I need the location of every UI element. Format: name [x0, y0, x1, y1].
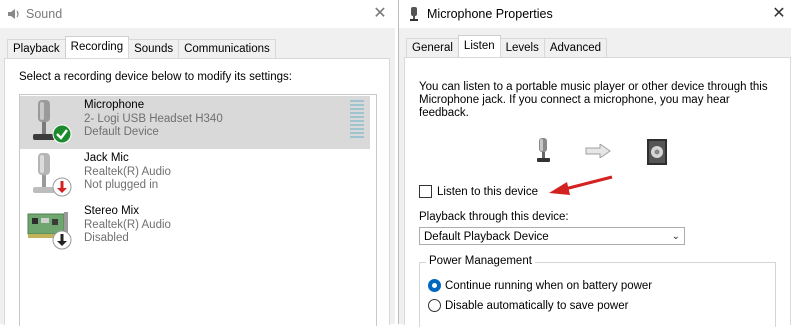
list-item-jack-mic[interactable]: Jack Mic Realtek(R) Audio Not plugged in — [20, 149, 370, 202]
microphone-icon — [533, 137, 555, 165]
radio-button[interactable] — [428, 299, 441, 312]
close-button[interactable]: ✕ — [370, 4, 390, 24]
tab-strip: Playback Recording Sounds Communications — [7, 36, 276, 58]
radio-button[interactable] — [428, 279, 441, 292]
device-name: Jack Mic — [84, 152, 129, 164]
tab-levels[interactable]: Levels — [499, 38, 545, 57]
list-item-stereo-mix[interactable]: Stereo Mix Realtek(R) Audio Disabled — [20, 202, 370, 255]
close-button[interactable]: ✕ — [769, 4, 789, 24]
list-item-microphone[interactable]: Microphone 2- Logi USB Headset H340 Defa… — [20, 96, 370, 149]
window-title: Sound — [26, 7, 63, 21]
tab-advanced[interactable]: Advanced — [543, 38, 608, 57]
tab-listen[interactable]: Listen — [457, 35, 501, 57]
device-status: Default Device — [84, 126, 159, 138]
checkbox-label: Listen to this device — [437, 185, 539, 198]
props-titlebar: Microphone Properties ✕ — [399, 0, 791, 28]
listen-description: You can listen to a portable music playe… — [419, 81, 768, 119]
window-title: Microphone Properties — [427, 7, 553, 21]
tab-recording[interactable]: Recording — [64, 36, 130, 58]
speaker-icon — [6, 6, 22, 22]
chevron-down-icon: ⌄ — [671, 231, 680, 242]
device-name: Microphone — [84, 99, 145, 111]
listen-panel: You can listen to a portable music playe… — [404, 57, 791, 327]
disabled-down-arrow-icon — [52, 230, 72, 250]
device-status: Disabled — [84, 232, 129, 244]
device-driver: Realtek(R) Audio — [84, 166, 171, 178]
radio-label: Disable automatically to save power — [445, 299, 629, 312]
microphone-properties-dialog: Microphone Properties ✕ General Listen L… — [398, 0, 791, 327]
instruction-text: Select a recording device below to modif… — [19, 71, 292, 83]
tab-sounds[interactable]: Sounds — [128, 39, 180, 58]
device-list[interactable]: Microphone 2- Logi USB Headset H340 Defa… — [19, 94, 377, 326]
radio-continue-running[interactable]: Continue running when on battery power — [428, 279, 652, 292]
select-value: Default Playback Device — [424, 231, 549, 243]
sound-titlebar: Sound ✕ — [0, 0, 395, 28]
recording-panel: Select a recording device below to modif… — [4, 58, 390, 326]
playback-device-select[interactable]: Default Playback Device ⌄ — [419, 227, 685, 245]
listen-to-device-checkbox[interactable]: Listen to this device — [419, 185, 538, 198]
tab-strip: General Listen Levels Advanced — [406, 35, 608, 57]
right-arrow-icon — [585, 143, 611, 159]
checkbox-box[interactable] — [419, 185, 432, 198]
tab-playback[interactable]: Playback — [7, 39, 66, 58]
device-name: Stereo Mix — [84, 205, 139, 217]
level-meter — [350, 100, 364, 140]
tab-general[interactable]: General — [406, 38, 459, 57]
speaker-icon — [645, 138, 669, 166]
device-status: Not plugged in — [84, 179, 159, 191]
default-check-icon — [52, 124, 72, 144]
device-driver: 2- Logi USB Headset H340 — [84, 113, 223, 125]
power-management-group: Power Management Continue running when o… — [419, 255, 776, 327]
unplugged-down-arrow-icon — [52, 177, 72, 197]
annotation-arrow-icon — [545, 173, 615, 197]
tab-communications[interactable]: Communications — [178, 39, 276, 58]
radio-disable-automatically[interactable]: Disable automatically to save power — [428, 299, 628, 312]
power-management-legend: Power Management — [426, 255, 535, 267]
playback-device-label: Playback through this device: — [419, 211, 569, 223]
sound-dialog: Sound ✕ Playback Recording Sounds Commun… — [0, 0, 395, 326]
device-driver: Realtek(R) Audio — [84, 219, 171, 231]
microphone-icon — [408, 6, 422, 22]
radio-label: Continue running when on battery power — [445, 279, 653, 292]
